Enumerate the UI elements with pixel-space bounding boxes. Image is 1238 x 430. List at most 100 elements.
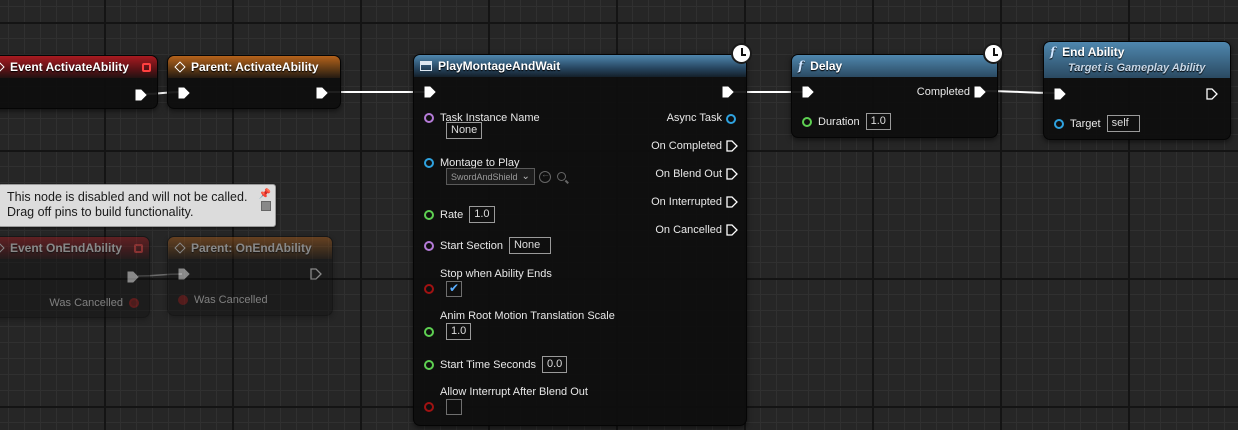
float-pin-icon[interactable] — [424, 326, 434, 337]
exec-out-pin-on-completed[interactable] — [726, 140, 738, 152]
duration-input[interactable]: 1.0 — [865, 113, 891, 130]
node-parent-activate-ability[interactable]: Parent: ActivateAbility — [167, 55, 341, 109]
pin-label: Duration — [818, 115, 860, 128]
bool-pin-icon[interactable] — [129, 298, 139, 308]
output-on-completed-label: On Completed — [651, 140, 722, 152]
float-pin-icon[interactable] — [424, 209, 434, 220]
tooltip-line-1: This node is disabled and will not be ca… — [7, 190, 248, 204]
object-pin-icon[interactable] — [424, 158, 434, 168]
node-header[interactable]: Event OnEndAbility — [0, 237, 149, 259]
start-time-seconds-input[interactable]: 0.0 — [542, 356, 568, 373]
pin-label: Was Cancelled — [194, 294, 268, 306]
stop-when-ability-ends-checkbox[interactable] — [446, 281, 462, 297]
pin-allow-interrupt-after-blend-out[interactable]: Allow Interrupt After Blend Out — [424, 386, 588, 415]
exec-out-pin[interactable] — [127, 271, 139, 283]
event-icon — [174, 61, 186, 73]
exec-in-pin[interactable] — [178, 268, 190, 280]
output-on-blend-out-label: On Blend Out — [655, 168, 722, 180]
pin-start-time-seconds[interactable]: Start Time Seconds 0.0 — [424, 356, 568, 373]
node-title: End Ability — [1062, 45, 1125, 59]
event-icon — [0, 61, 5, 73]
pin-duration[interactable]: Duration 1.0 — [802, 113, 891, 130]
bool-pin-icon[interactable] — [424, 402, 434, 412]
rate-input[interactable]: 1.0 — [469, 206, 495, 223]
node-delay[interactable]: f Delay Completed Duration 1.0 — [791, 54, 998, 138]
node-header[interactable]: PlayMontageAndWait — [414, 55, 746, 77]
output-on-cancelled-label: On Cancelled — [655, 224, 722, 236]
pin-label: Rate — [440, 208, 464, 221]
node-title: Parent: ActivateAbility — [191, 60, 319, 74]
pin-montage-to-play[interactable]: Montage to Play SwordAndShield ⌄ — [424, 157, 566, 185]
pin-target[interactable]: Target self — [1054, 115, 1140, 132]
exec-out-pin-on-interrupted[interactable] — [726, 196, 738, 208]
node-header[interactable]: Parent: OnEndAbility — [168, 237, 332, 259]
function-icon: f — [1050, 45, 1056, 59]
task-instance-name-input[interactable]: None — [446, 122, 483, 139]
pin-rate[interactable]: Rate 1.0 — [424, 206, 495, 223]
node-end-ability[interactable]: f End Ability Target is Gameplay Ability… — [1043, 41, 1231, 140]
exec-in-pin[interactable] — [178, 87, 190, 99]
node-header[interactable]: f Delay — [792, 55, 997, 77]
start-section-input[interactable]: None — [508, 237, 551, 254]
object-pin-icon[interactable] — [726, 114, 736, 124]
pin-label: Allow Interrupt After Blend Out — [440, 386, 588, 398]
pin-icon[interactable]: 📌 — [259, 187, 271, 202]
exec-in-pin[interactable] — [424, 86, 436, 98]
event-icon — [0, 242, 5, 254]
node-play-montage-and-wait[interactable]: PlayMontageAndWait Task Instance Name No… — [413, 54, 747, 426]
pin-was-cancelled[interactable]: Was Cancelled — [178, 294, 268, 306]
delegate-pin-icon[interactable] — [142, 62, 151, 72]
exec-out-pin[interactable] — [316, 87, 328, 99]
chevron-down-icon: ⌄ — [521, 171, 530, 182]
output-on-interrupted-label: On Interrupted — [651, 196, 722, 208]
allow-interrupt-checkbox[interactable] — [446, 399, 462, 415]
node-subtitle: Target is Gameplay Ability — [1068, 62, 1206, 74]
pin-label: Start Time Seconds — [440, 358, 536, 371]
node-event-activate-ability[interactable]: Event ActivateAbility — [0, 55, 158, 109]
node-header[interactable]: f End Ability Target is Gameplay Ability — [1044, 42, 1230, 78]
dropdown-value: SwordAndShield — [451, 171, 518, 182]
node-header[interactable]: Event ActivateAbility — [0, 56, 157, 78]
function-icon: f — [798, 59, 804, 73]
pin-stop-when-ability-ends[interactable]: Stop when Ability Ends — [424, 268, 552, 297]
exec-out-pin-on-cancelled[interactable] — [726, 224, 738, 236]
pin-label: Anim Root Motion Translation Scale — [440, 310, 615, 322]
delegate-pin-icon[interactable] — [134, 243, 143, 253]
float-pin-icon[interactable] — [802, 116, 812, 127]
use-selected-asset-icon[interactable] — [538, 169, 551, 183]
node-parent-on-end-ability[interactable]: Parent: OnEndAbility Was Cancelled — [167, 236, 333, 316]
tooltip-line-2: Drag off pins to build functionality. — [7, 205, 194, 219]
event-icon — [174, 242, 186, 254]
pin-task-instance-name[interactable]: Task Instance Name None — [424, 112, 540, 139]
exec-out-pin-on-blend-out[interactable] — [726, 168, 738, 180]
exec-out-pin[interactable] — [1206, 88, 1218, 100]
exec-in-pin[interactable] — [802, 86, 814, 98]
anim-root-motion-scale-input[interactable]: 1.0 — [446, 323, 472, 340]
node-event-on-end-ability[interactable]: Event OnEndAbility Was Cancelled — [0, 236, 150, 318]
browse-asset-search-icon[interactable] — [556, 172, 566, 181]
node-title: Event OnEndAbility — [10, 241, 123, 255]
exec-out-pin[interactable] — [310, 268, 322, 280]
name-pin-icon[interactable] — [424, 113, 434, 123]
output-was-cancelled-label: Was Cancelled — [49, 297, 123, 309]
object-pin-icon[interactable] — [1054, 118, 1064, 129]
output-completed-label: Completed — [916, 86, 970, 98]
bool-pin-icon[interactable] — [424, 284, 434, 294]
exec-out-pin-completed[interactable] — [974, 86, 986, 98]
node-title: PlayMontageAndWait — [438, 59, 561, 73]
pin-anim-root-motion-translation-scale[interactable]: Anim Root Motion Translation Scale 1.0 — [424, 310, 615, 340]
montage-asset-dropdown[interactable]: SwordAndShield ⌄ — [446, 168, 535, 185]
float-pin-icon[interactable] — [424, 359, 434, 370]
save-icon[interactable] — [261, 201, 271, 211]
exec-in-pin[interactable] — [1054, 88, 1066, 100]
async-task-icon — [420, 61, 432, 71]
pin-start-section[interactable]: Start Section None — [424, 237, 551, 254]
exec-out-pin[interactable] — [722, 86, 734, 98]
pin-label: Start Section — [440, 239, 503, 252]
output-async-task-label: Async Task — [666, 112, 722, 124]
node-header[interactable]: Parent: ActivateAbility — [168, 56, 340, 78]
target-input[interactable]: self — [1106, 115, 1140, 132]
bool-pin-icon[interactable] — [178, 295, 188, 305]
exec-out-pin[interactable] — [135, 89, 147, 101]
name-pin-icon[interactable] — [424, 240, 434, 251]
